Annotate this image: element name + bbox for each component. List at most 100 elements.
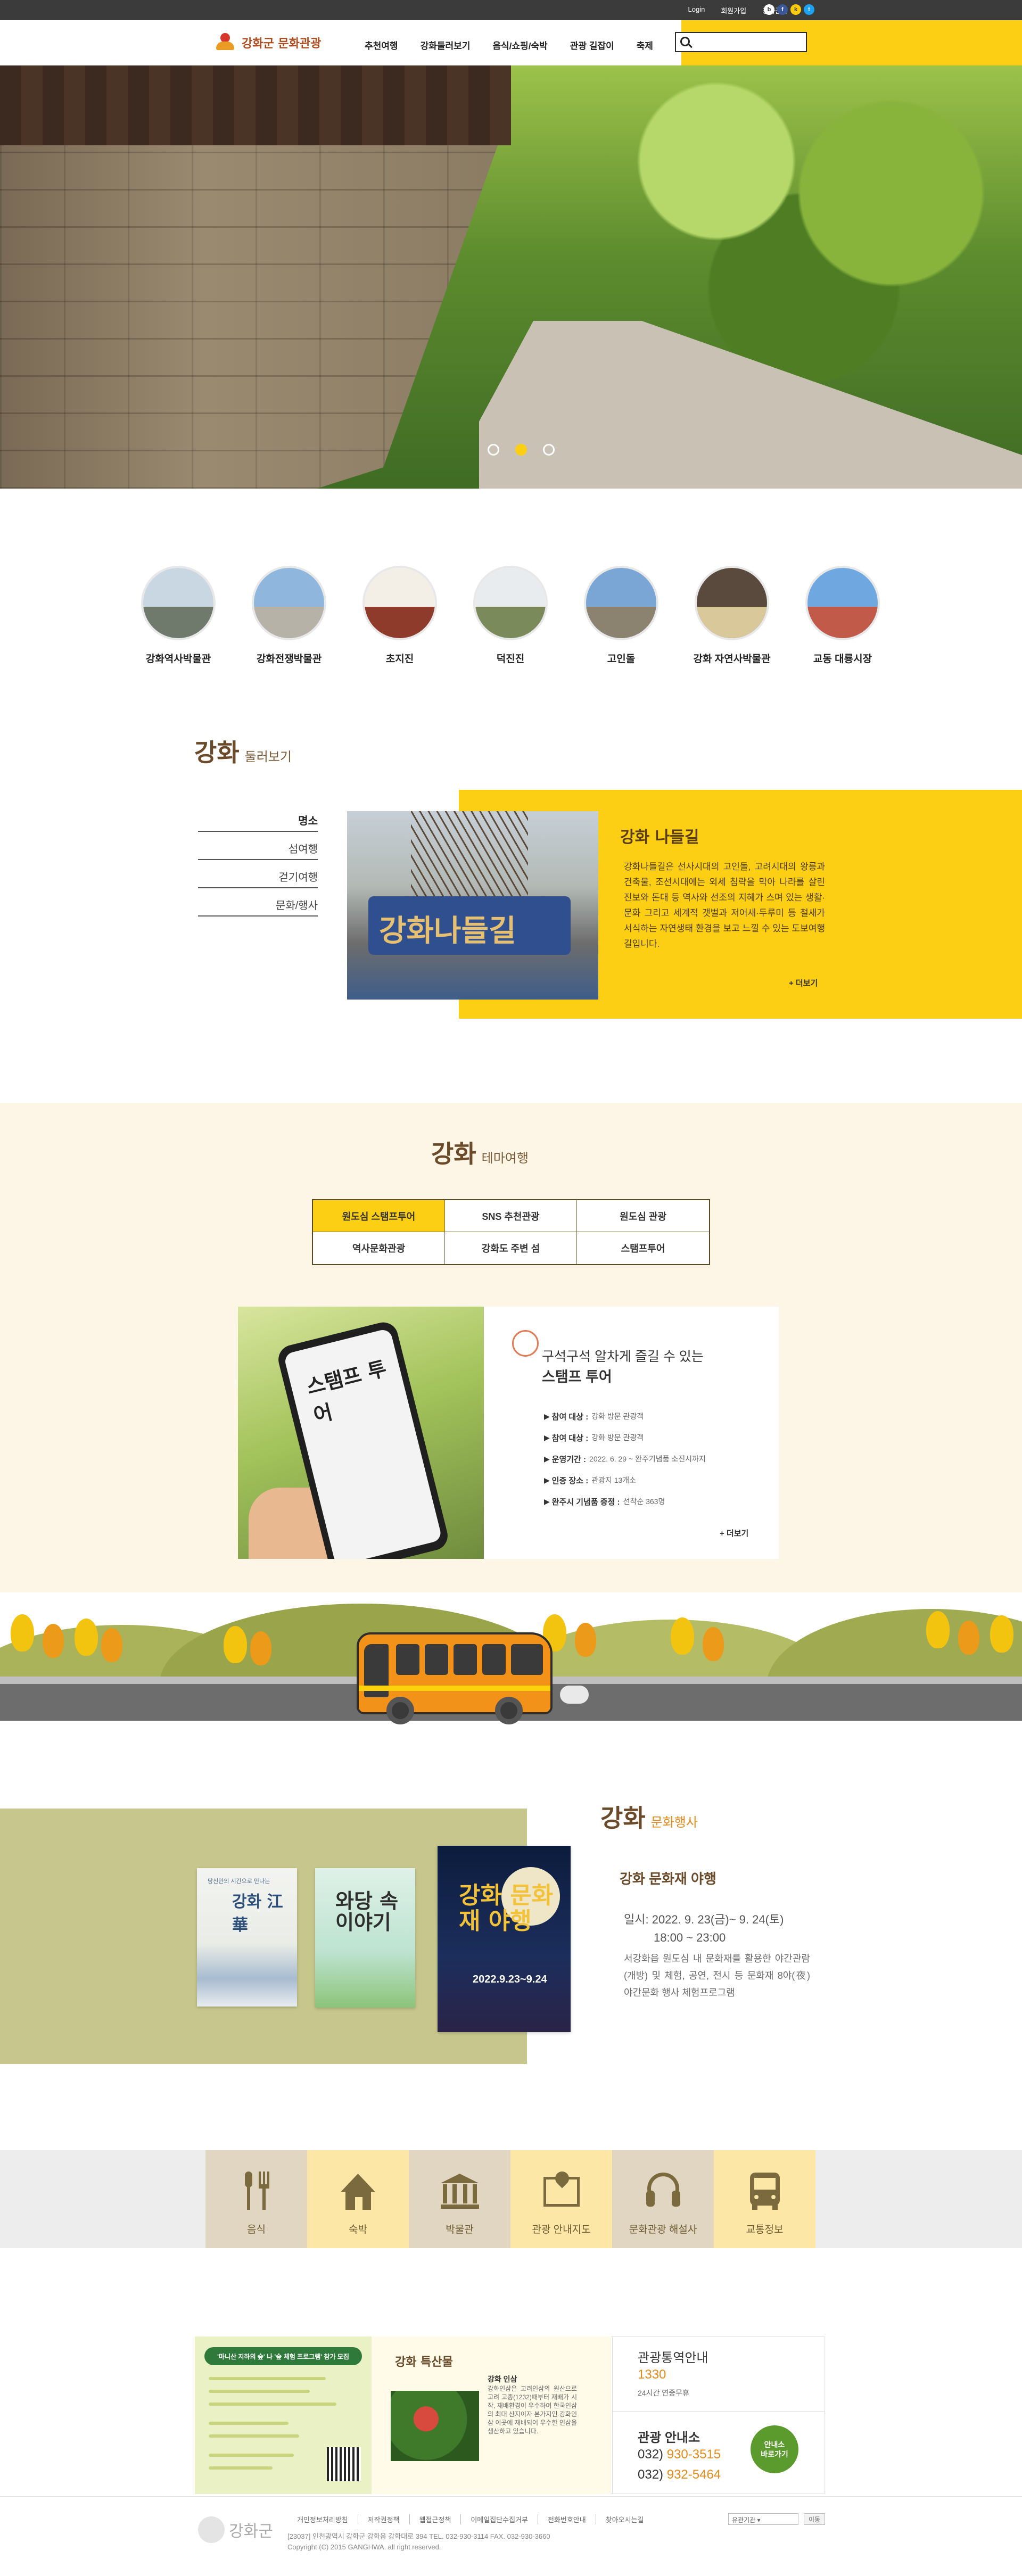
login-link[interactable]: Login [688, 5, 705, 15]
service-museum[interactable]: 박물관 [409, 2150, 510, 2248]
tree-icon [11, 1614, 34, 1652]
service-food[interactable]: 음식 [205, 2150, 307, 2248]
tour-description: 강화나들길은 선사시대의 고인돌, 고려시대의 왕릉과 건축물, 조선시대에는 … [624, 862, 825, 949]
nav-item-festival[interactable]: 축제 [637, 38, 653, 52]
circle-item[interactable]: 고인돌 [584, 566, 658, 665]
phone-prefix: 032) [638, 2447, 664, 2462]
office-link-line-2: 바로가기 [761, 2450, 788, 2458]
tab-downtown-stamp-tour[interactable]: 원도심 스탬프투어 [313, 1200, 445, 1232]
signup-link[interactable]: 회원가입 [721, 5, 746, 15]
circle-label: 초지진 [385, 654, 414, 665]
banner-text-line [209, 2402, 336, 2406]
footer-divider [0, 2496, 1022, 2497]
circle-item[interactable]: 강화전쟁박물관 [252, 566, 326, 665]
social-links: b f k t [764, 4, 814, 15]
tab-nearby-islands[interactable]: 강화도 주변 섬 [445, 1232, 577, 1264]
search-icon[interactable] [680, 37, 690, 46]
circle-photo [473, 566, 548, 640]
circle-item[interactable]: 강화역사박물관 [141, 566, 216, 665]
footer-link-privacy[interactable]: 개인정보처리방침 [287, 2514, 358, 2524]
service-map[interactable]: 관광 안내지도 [510, 2150, 612, 2248]
tab-stamp-tour[interactable]: 스탬프투어 [577, 1232, 709, 1264]
list-item: ▶ 참여 대상 : 강화 방문 관광객 [544, 1411, 644, 1422]
side-menu-item-islands[interactable]: 섬여행 [198, 832, 318, 860]
program-banner[interactable]: '마니산 지하의 숲' 나 '숲 체험 프로그램' 참가 모집 [195, 2336, 372, 2494]
tab-history-culture[interactable]: 역사문화관광 [313, 1232, 445, 1264]
event-poster-1[interactable]: 당신만의 시간으로 만나는 강화 江華 [197, 1868, 297, 2007]
related-sites-go-button[interactable]: 이동 [804, 2513, 825, 2525]
office-phone-1: 032) 930-3515 [638, 2447, 721, 2462]
related-sites-select[interactable]: 유관기관 ▾ [728, 2513, 798, 2525]
footer-link-accessibility[interactable]: 웹접근정책 [410, 2514, 461, 2524]
specialty-photo [391, 2391, 479, 2461]
circle-item[interactable]: 강화 자연사박물관 [693, 566, 771, 665]
phone-prefix: 032) [638, 2467, 664, 2482]
tour-more-link[interactable]: + 더보기 [789, 977, 818, 988]
nav-item-explore[interactable]: 강화둘러보기 [421, 38, 471, 52]
side-menu-item-walking[interactable]: 걷기여행 [198, 860, 318, 888]
blog-icon[interactable]: b [764, 4, 774, 15]
footer-link-copyright[interactable]: 저작권정책 [358, 2514, 410, 2524]
circle-photo [362, 566, 437, 640]
tree-icon [575, 1623, 596, 1657]
slider-dot-1[interactable] [488, 444, 499, 456]
main-nav: 추천여행 강화둘러보기 음식/쇼핑/숙박 관광 길잡이 축제 [365, 38, 653, 52]
facebook-icon[interactable]: f [777, 4, 788, 15]
service-label: 관광 안내지도 [532, 2224, 591, 2235]
circle-photo [584, 566, 658, 640]
circle-item[interactable]: 교동 대룡시장 [805, 566, 880, 665]
office-link-line-1: 안내소 [764, 2440, 785, 2449]
poster-tagline: 당신만의 시간으로 만나는 [208, 1878, 270, 1885]
search-input[interactable] [675, 32, 807, 52]
banner-text-line [209, 2377, 326, 2380]
info-key: 참여 대상 : [551, 1433, 589, 1443]
slider-dot-3[interactable] [543, 444, 555, 456]
section-title-theme: 강화 테마여행 [431, 1135, 529, 1170]
side-menu-item-culture[interactable]: 문화/행사 [198, 888, 318, 917]
list-item: ▶ 참여 대상 : 강화 방문 관광객 [544, 1433, 644, 1443]
service-transport[interactable]: 교통정보 [714, 2150, 815, 2248]
event-poster-2[interactable]: 와당 속 이야기 [315, 1868, 415, 2008]
service-guide[interactable]: 문화관광 해설사 [612, 2150, 714, 2248]
side-menu-item-attractions[interactable]: 명소 [198, 804, 318, 832]
kakao-icon[interactable]: k [790, 4, 801, 15]
section-title-tour: 강화 둘러보기 [194, 733, 292, 769]
circle-item[interactable]: 초지진 [362, 566, 437, 665]
service-label: 박물관 [446, 2224, 474, 2235]
logo-mark-icon [213, 31, 237, 54]
service-lodging[interactable]: 숙박 [307, 2150, 409, 2248]
event-date-line-2: 18:00 ~ 23:00 [654, 1931, 726, 1944]
event-poster-3[interactable]: 강화 문화재 야행 2022.9.23~9.24 [438, 1846, 571, 2032]
site-logo[interactable]: 강화군 문화관광 [213, 31, 321, 54]
info-key: 완주시 기념품 증정 : [551, 1497, 620, 1507]
interpretation-title: 관광통역안내 [638, 2351, 708, 2365]
event-heading: 강화 문화재 야행 [620, 1871, 716, 1887]
service-label: 문화관광 해설사 [629, 2224, 697, 2235]
twitter-icon[interactable]: t [804, 4, 814, 15]
slider-dot-2[interactable] [515, 444, 527, 456]
nav-item-food-shopping-stay[interactable]: 음식/쇼핑/숙박 [492, 38, 547, 52]
footer-address: [23037] 인천광역시 강화군 강화읍 강화대로 394 TEL. 032-… [287, 2531, 550, 2553]
office-link-button[interactable]: 안내소 바로가기 [751, 2425, 798, 2473]
circle-label: 고인돌 [607, 654, 636, 665]
top-utility-bar [0, 0, 1022, 20]
circle-label: 덕진진 [496, 654, 525, 665]
footer-logo-mark-icon [198, 2516, 225, 2543]
hero-slider[interactable] [0, 65, 1022, 489]
interpretation-hours: 24시간 연중무휴 [638, 2389, 689, 2397]
stamp-photo: 스탬프 투어 [238, 1307, 484, 1559]
nav-item-guide[interactable]: 관광 길잡이 [570, 38, 614, 52]
stamp-more-link[interactable]: + 더보기 [720, 1528, 748, 1539]
footer-link-email-policy[interactable]: 이메일집단수집거부 [461, 2514, 538, 2524]
footer-link-directions[interactable]: 찾아오시는길 [596, 2514, 654, 2524]
service-label: 음식 [247, 2224, 266, 2235]
footer-link-phone[interactable]: 전화번호안내 [538, 2514, 596, 2524]
section-title-small: 둘러보기 [244, 749, 292, 764]
tab-downtown-tour[interactable]: 원도심 관광 [577, 1200, 709, 1232]
tree-icon [703, 1627, 724, 1661]
tab-sns-tour[interactable]: SNS 추천관광 [445, 1200, 577, 1232]
service-label: 교통정보 [746, 2224, 784, 2235]
poster-title: 강화 문화재 야행 [459, 1882, 554, 1935]
circle-item[interactable]: 덕진진 [473, 566, 548, 665]
nav-item-recommended[interactable]: 추천여행 [365, 38, 398, 52]
